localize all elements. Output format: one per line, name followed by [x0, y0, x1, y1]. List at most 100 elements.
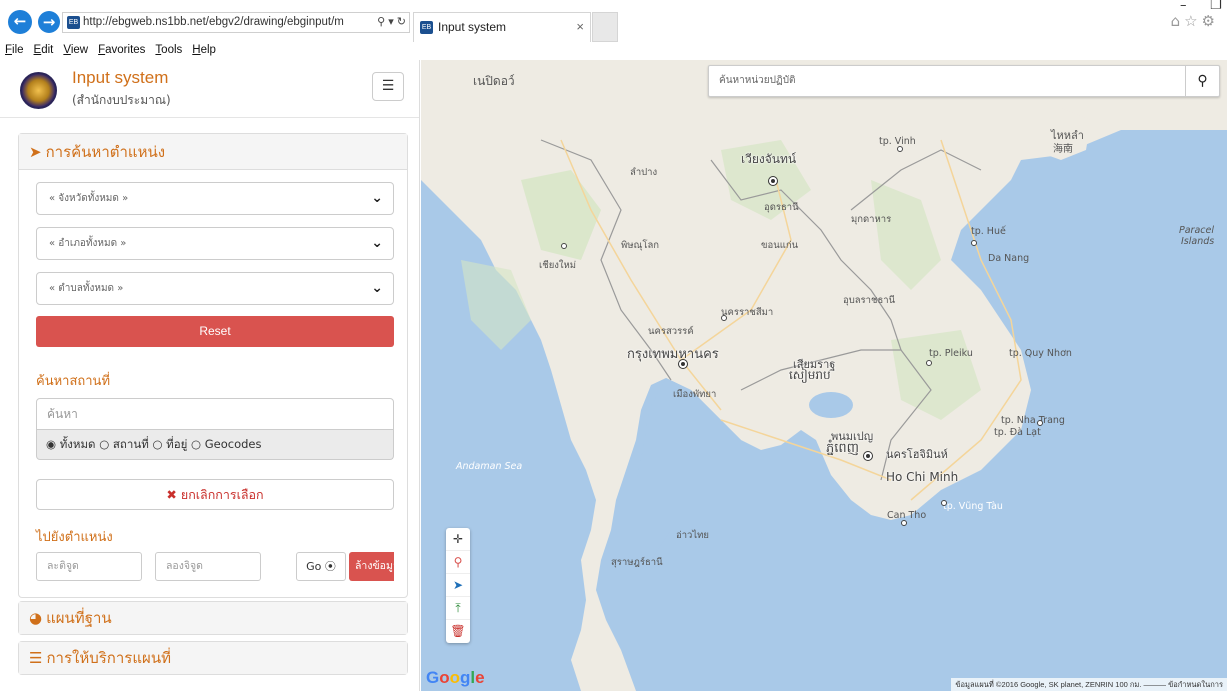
- radio-address-label[interactable]: ที่อยู่: [166, 437, 187, 451]
- upload-icon[interactable]: ⤒: [446, 597, 470, 620]
- city-marker: [561, 243, 567, 249]
- longitude-input[interactable]: ลองจิจูด: [155, 552, 261, 581]
- search-icon[interactable]: ⚲: [1185, 65, 1219, 97]
- map-label-da-nang: Da Nang: [988, 253, 1030, 264]
- map-label-hainan-zh: 海南: [1053, 144, 1073, 155]
- map-label-gulf-of-thailand: อ่าวไทย: [676, 530, 709, 541]
- location-panel-header[interactable]: ➤ การค้นหาตำแหน่ง: [19, 134, 407, 170]
- goto-location-label: ไปยังตำแหน่ง: [36, 530, 113, 545]
- map-label-vinh: tp. Vinh: [879, 136, 916, 147]
- map-service-panel-header[interactable]: ☰ การให้บริการแผนที่: [19, 642, 407, 674]
- place-search-input[interactable]: ค้นหา: [36, 398, 394, 430]
- map-label-surat: สุราษฎร์ธานี: [611, 557, 663, 568]
- google-logo: Google: [426, 668, 485, 687]
- district-select[interactable]: « อำเภอทั้งหมด » ⌄: [36, 227, 394, 260]
- capital-marker: [679, 360, 687, 368]
- subdistrict-select[interactable]: « ตำบลทั้งหมด » ⌄: [36, 272, 394, 305]
- map-label-da-lat: tp. Đà Lạt: [994, 427, 1041, 438]
- menu-view[interactable]: View: [63, 44, 88, 56]
- map-label-vientiane: เวียงจันทน์: [741, 152, 797, 166]
- subdistrict-select-value: « ตำบลทั้งหมด »: [49, 283, 124, 294]
- map-label-nha-trang: tp. Nha Trang: [1001, 415, 1065, 426]
- province-select[interactable]: « จังหวัดทั้งหมด » ⌄: [36, 182, 394, 215]
- map-label-ubon: อุบลราชธานี: [843, 295, 896, 306]
- city-marker: [926, 360, 932, 366]
- cancel-selection-label: ยกเลิกการเลือก: [180, 487, 264, 502]
- basemap-panel[interactable]: ◕ แผนที่ฐาน: [18, 601, 408, 635]
- basemap-panel-header[interactable]: ◕ แผนที่ฐาน: [19, 602, 407, 634]
- unit-search-placeholder: ค้นหาหน่วยปฏิบัติ: [719, 75, 796, 86]
- address-bar[interactable]: EB http://ebgweb.ns1bb.net/ebgv2/drawing…: [62, 12, 410, 33]
- forward-button[interactable]: →: [38, 11, 60, 33]
- map-canvas[interactable]: ค้นหาหน่วยปฏิบัติ ⚲ กรุงเทพมหานคร เวียงจ…: [421, 60, 1227, 691]
- go-button[interactable]: Go ⦿: [296, 552, 346, 581]
- back-button[interactable]: ←: [8, 10, 32, 34]
- new-tab-button[interactable]: [592, 12, 618, 42]
- map-label-pattaya: เมืองพัทยา: [673, 389, 717, 400]
- agency-logo: [20, 72, 57, 109]
- radio-all-label[interactable]: ทั้งหมด: [60, 437, 96, 451]
- basemap-panel-title: แผนที่ฐาน: [46, 609, 112, 627]
- map-attribution[interactable]: ข้อมูลแผนที่ ©2016 Google, SK planet, ZE…: [951, 678, 1227, 691]
- list-icon: ☰: [29, 649, 43, 667]
- address-tools[interactable]: ⚲ ▾ ↻: [377, 13, 406, 32]
- map-label-bangkok: กรุงเทพมหานคร: [627, 347, 719, 362]
- map-label-naypyidaw: เนปิดอว์: [473, 74, 515, 88]
- radio-address-icon[interactable]: ○: [152, 437, 162, 451]
- unit-search-input[interactable]: ค้นหาหน่วยปฏิบัติ ⚲: [708, 65, 1220, 97]
- cancel-selection-button[interactable]: ✖ ยกเลิกการเลือก: [36, 479, 394, 510]
- tab-input-system[interactable]: EB Input system ×: [413, 12, 591, 42]
- pan-icon[interactable]: ✛: [446, 528, 470, 551]
- map-label-nakhon-sawan: นครสวรรค์: [648, 326, 694, 337]
- menu-help[interactable]: Help: [192, 44, 216, 56]
- latitude-input[interactable]: ละติจูด: [36, 552, 142, 581]
- tab-title: Input system: [438, 20, 507, 34]
- menu-edit[interactable]: Edit: [34, 44, 54, 56]
- trash-icon[interactable]: 🗑: [446, 620, 470, 643]
- map-label-korat: นครราชสีมา: [721, 307, 774, 318]
- map-label-andaman-sea: Andaman Sea: [456, 461, 523, 472]
- menu-file[interactable]: File: [5, 44, 24, 56]
- city-marker: [1037, 420, 1043, 426]
- clear-data-button[interactable]: ล้างข้อมูล: [349, 552, 394, 581]
- map-label-can-tho: Can Tho: [887, 510, 927, 521]
- map-toolbar: ✛ ⚲ ➤ ⤒ 🗑: [446, 528, 470, 643]
- location-arrow-icon: ➤: [29, 143, 42, 161]
- radio-place-icon[interactable]: ○: [99, 437, 109, 451]
- location-arrow-icon[interactable]: ➤: [446, 574, 470, 597]
- map-label-lampang: ลำปาง: [630, 167, 658, 178]
- map-label-phnom-penh-khmer: ភ្នំពេញ: [826, 441, 860, 456]
- radio-geocodes-label[interactable]: Geocodes: [205, 437, 262, 451]
- chevron-down-icon: ⌄: [371, 235, 383, 251]
- app-title: Input system: [72, 68, 169, 87]
- radio-geocodes-icon[interactable]: ○: [191, 437, 201, 451]
- map-label-hcm-thai: นครโฮจิมินห์: [886, 448, 948, 461]
- hamburger-menu-icon[interactable]: ☰: [372, 72, 404, 101]
- menu-favorites[interactable]: Favorites: [98, 44, 145, 56]
- map-marker-icon[interactable]: ⚲: [446, 551, 470, 574]
- menu-bar: File Edit View Favorites Tools Help: [0, 44, 221, 59]
- city-marker: [897, 146, 903, 152]
- url-text: http://ebgweb.ns1bb.net/ebgv2/drawing/eb…: [83, 16, 344, 28]
- site-favicon-icon: EB: [67, 16, 80, 29]
- map-label-udon: อุดรธานี: [764, 202, 799, 213]
- tab-close-icon[interactable]: ×: [576, 13, 584, 41]
- sidebar-header: Input system (สำนักงบประมาณ) ☰: [0, 60, 419, 118]
- place-search-label: ค้นหาสถานที่: [36, 374, 111, 389]
- location-search-panel: ➤ การค้นหาตำแหน่ง « จังหวัดทั้งหมด » ⌄ « …: [18, 133, 408, 598]
- map-label-paracel-islands: Islands: [1181, 236, 1215, 247]
- browser-toolbar-icons[interactable]: ⌂☆⚙: [1171, 12, 1219, 30]
- menu-tools[interactable]: Tools: [155, 44, 182, 56]
- reset-button[interactable]: Reset: [36, 316, 394, 347]
- map-service-panel-title: การให้บริการแผนที่: [46, 649, 171, 667]
- capital-marker: [769, 177, 777, 185]
- chevron-down-icon: ⌄: [371, 280, 383, 296]
- radio-place-label[interactable]: สถานที่: [113, 437, 149, 451]
- search-type-radios: ◉ ทั้งหมด ○ สถานที่ ○ ที่อยู่ ○ Geocodes: [36, 430, 394, 460]
- map-service-panel[interactable]: ☰ การให้บริการแผนที่: [18, 641, 408, 675]
- play-circle-icon: ⦿: [324, 560, 336, 573]
- map-label-quy-nhon: tp. Quy Nhơn: [1009, 348, 1072, 359]
- location-panel-title: การค้นหาตำแหน่ง: [45, 143, 166, 161]
- x-icon: ✖: [166, 487, 177, 502]
- radio-all-icon[interactable]: ◉: [46, 437, 56, 451]
